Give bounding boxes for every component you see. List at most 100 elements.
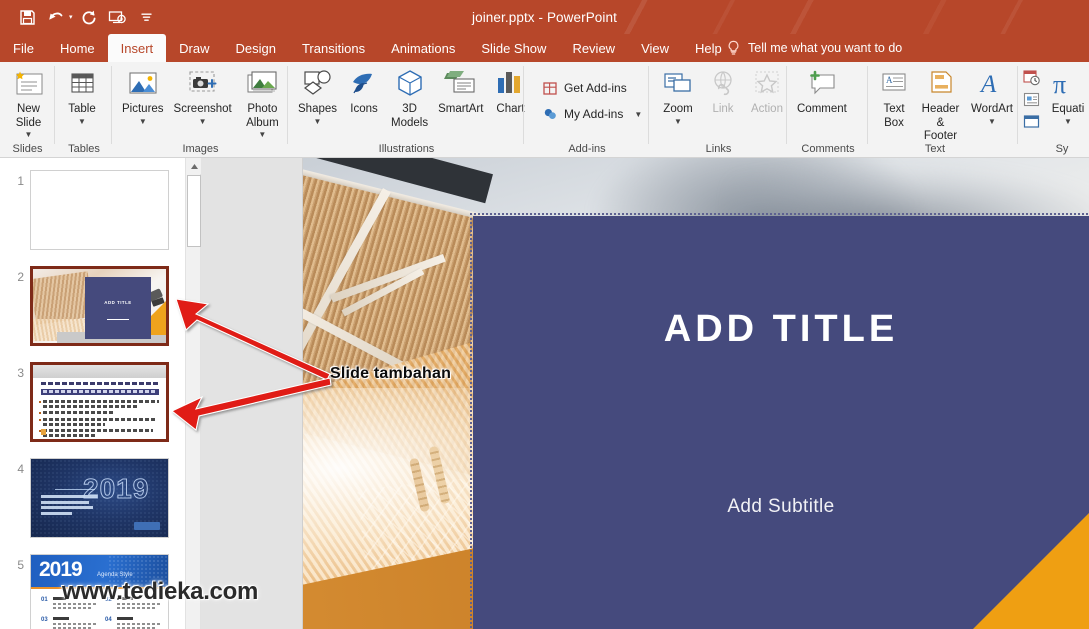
thumb3-highlight-text: [43, 390, 155, 393]
icons-button[interactable]: Icons: [342, 64, 386, 117]
group-label-comments: Comments: [801, 143, 855, 155]
ribbon-group-illustrations: Shapes ▼ Icons 3D Models SmartArt Chart …: [289, 62, 525, 157]
header-footer-button[interactable]: Header & Footer: [915, 64, 966, 144]
slide-thumbnail-pane[interactable]: 1 2 ADD TITLE 3 4 2019 5 2019 Agenda Sty…: [0, 158, 183, 629]
thumb5-item-text: [53, 607, 91, 609]
thumbnail-slide-1[interactable]: 1: [0, 166, 183, 256]
group-separator: [54, 66, 55, 144]
3d-models-button[interactable]: 3D Models: [386, 64, 433, 130]
tell-me-search[interactable]: Tell me what you want to do: [726, 34, 902, 62]
thumb3-line: [43, 400, 159, 403]
wordart-button[interactable]: A WordArt ▼: [966, 64, 1018, 125]
group-separator: [287, 66, 288, 144]
thumb2-subtitle-line: [107, 319, 129, 321]
zoom-button[interactable]: Zoom ▼: [655, 64, 701, 125]
shapes-button[interactable]: Shapes ▼: [293, 64, 342, 125]
thumbnail-image-1[interactable]: [30, 170, 169, 250]
thumb2-title: ADD TITLE: [104, 300, 132, 305]
thumb3-line: [43, 423, 105, 426]
table-button[interactable]: Table ▼: [60, 64, 104, 125]
svg-text:π: π: [1053, 70, 1066, 99]
pictures-label: Pictures: [122, 103, 164, 115]
group-label-links: Links: [705, 143, 732, 155]
slide-number-3: 3: [17, 366, 24, 380]
current-slide[interactable]: ADD TITLE Add Subtitle: [303, 158, 1089, 629]
tab-draw[interactable]: Draw: [166, 34, 222, 62]
thumbnail-slide-4[interactable]: 4 2019: [0, 454, 183, 544]
chevron-down-icon[interactable]: ▼: [199, 117, 207, 125]
thumbnail-image-2[interactable]: ADD TITLE: [30, 266, 169, 346]
chevron-down-icon[interactable]: ▼: [634, 110, 642, 118]
slide-number-4: 4: [17, 462, 24, 476]
slide-title-text[interactable]: ADD TITLE: [473, 308, 1089, 351]
date-and-time-icon[interactable]: [1020, 68, 1042, 87]
photo-album-button[interactable]: Photo Album ▼: [237, 64, 288, 139]
tab-slide-show[interactable]: Slide Show: [468, 34, 559, 62]
tab-file[interactable]: File: [0, 34, 47, 62]
smartart-icon: [442, 67, 480, 101]
orange-corner-triangle: [973, 513, 1089, 629]
new-slide-button[interactable]: New Slide ▼: [2, 64, 55, 139]
ribbon-tabs: File Home Insert Draw Design Transitions…: [0, 34, 735, 62]
thumbnail-image-5[interactable]: 2019 Agenda Style 01 02 03 04: [30, 554, 169, 629]
thumbnail-slide-3[interactable]: 3: [0, 358, 183, 448]
thumbnail-slide-5[interactable]: 5 2019 Agenda Style 01 02 03 04: [0, 550, 183, 629]
smartart-label: SmartArt: [438, 103, 484, 115]
shapes-label: Shapes: [298, 103, 338, 115]
chevron-down-icon[interactable]: ▼: [139, 117, 147, 125]
comment-button[interactable]: Comment: [792, 64, 852, 117]
pictures-button[interactable]: Pictures ▼: [117, 64, 169, 125]
equation-icon: π: [1051, 67, 1085, 101]
title-placeholder-box[interactable]: [473, 216, 1089, 629]
scrollbar-thumb[interactable]: [187, 175, 201, 247]
thumb3-footer-mark: [41, 429, 46, 435]
shapes-icon: [300, 67, 336, 101]
thumbnail-image-3[interactable]: [30, 362, 169, 442]
get-addins-button[interactable]: Get Add-ins: [537, 76, 631, 100]
tab-home[interactable]: Home: [47, 34, 108, 62]
group-separator: [648, 66, 649, 144]
thumb4-button: [134, 522, 160, 530]
link-button: Link: [701, 64, 745, 117]
thumbnail-pane-scrollbar[interactable]: [185, 158, 202, 629]
slide-number-5: 5: [17, 558, 24, 572]
chevron-down-icon[interactable]: ▼: [674, 117, 682, 125]
comment-label: Comment: [797, 103, 847, 115]
screenshot-icon: [184, 67, 222, 101]
chevron-down-icon[interactable]: ▼: [314, 117, 322, 125]
text-box-button[interactable]: A Text Box: [873, 64, 915, 130]
chevron-down-icon[interactable]: ▼: [258, 131, 266, 139]
thumb5-item-text: [117, 603, 161, 605]
chevron-down-icon[interactable]: ▼: [1064, 117, 1072, 125]
tab-insert[interactable]: Insert: [107, 34, 167, 62]
ribbon-group-text: A Text Box Header & Footer A WordArt ▼ T…: [869, 62, 1044, 157]
slide-subtitle-text[interactable]: Add Subtitle: [473, 496, 1089, 518]
thumbnail-image-4[interactable]: 2019: [30, 458, 169, 538]
screenshot-button[interactable]: Screenshot ▼: [169, 64, 237, 125]
my-addins-button[interactable]: My Add-ins ▼: [537, 102, 646, 126]
thumb5-year: 2019: [39, 558, 83, 581]
tab-view[interactable]: View: [628, 34, 682, 62]
wordart-label: WordArt: [971, 103, 1013, 115]
chevron-down-icon[interactable]: ▼: [988, 117, 996, 125]
group-label-text: Text: [924, 143, 946, 155]
equation-button[interactable]: π Equati ▼: [1046, 64, 1089, 125]
tab-animations[interactable]: Animations: [378, 34, 468, 62]
smartart-button[interactable]: SmartArt: [433, 64, 488, 117]
chevron-down-icon[interactable]: ▼: [78, 117, 86, 125]
thumb5-item-text: [53, 603, 97, 605]
scroll-up-arrow-icon[interactable]: [186, 158, 202, 174]
slide-editing-area[interactable]: ADD TITLE Add Subtitle: [303, 158, 1089, 629]
slide-number-icon[interactable]: [1020, 90, 1042, 109]
tab-design[interactable]: Design: [223, 34, 289, 62]
tab-transitions[interactable]: Transitions: [289, 34, 378, 62]
icons-label: Icons: [350, 103, 378, 115]
tab-review[interactable]: Review: [559, 34, 628, 62]
thumb5-item-number: 03: [41, 617, 48, 623]
object-icon[interactable]: [1020, 112, 1042, 131]
group-label-tables: Tables: [68, 143, 100, 155]
svg-text:A: A: [886, 75, 893, 85]
chevron-down-icon[interactable]: ▼: [25, 131, 33, 139]
ribbon-group-slides: New Slide ▼ Slides: [0, 62, 55, 157]
thumbnail-slide-2[interactable]: 2 ADD TITLE: [0, 262, 183, 352]
